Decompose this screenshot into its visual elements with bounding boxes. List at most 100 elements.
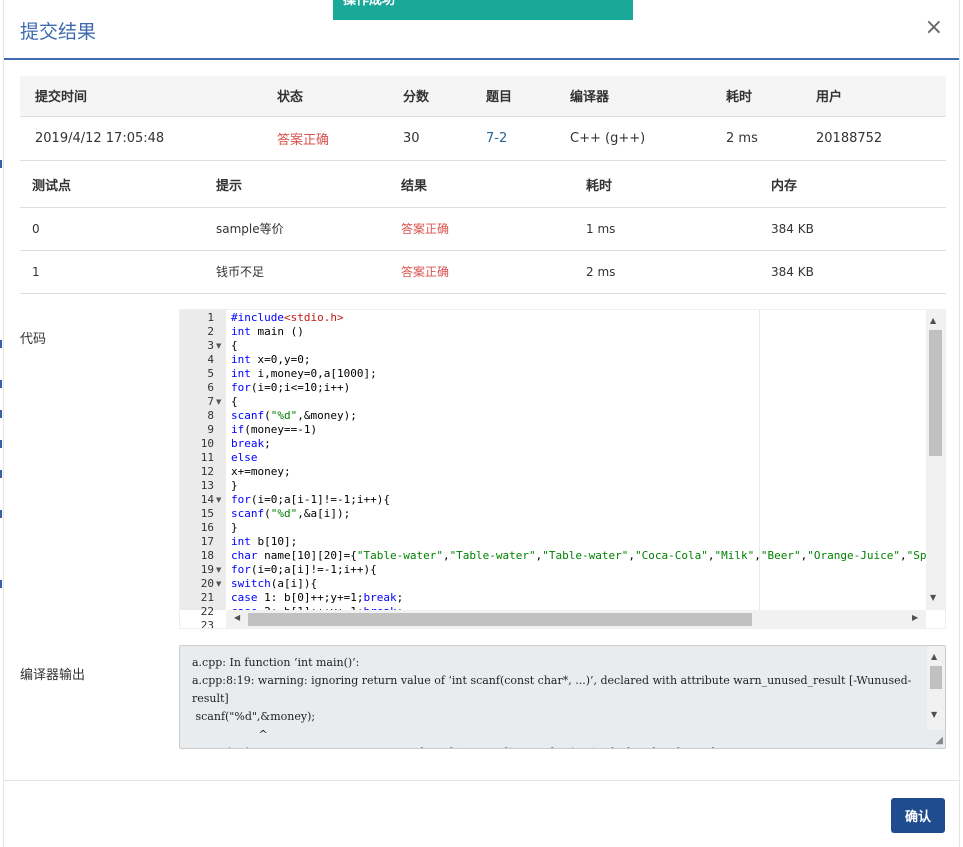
submission-summary-table: 提交时间 状态 分数 题目 编译器 耗时 用户 2019/4/12 17:05:… — [20, 76, 946, 161]
code-line: { — [231, 395, 238, 408]
code-line: int x=0,y=0; — [231, 353, 311, 366]
compiler-output-box[interactable]: a.cpp: In function ‘int main()’: a.cpp:8… — [179, 645, 946, 749]
testcase-id: 1 — [20, 250, 204, 294]
code-line: scanf("%d",&money); — [231, 409, 357, 422]
code-line: { — [231, 339, 238, 352]
code-horizontal-scrollbar[interactable]: ◀ ▶ — [226, 610, 926, 628]
code-content[interactable]: #include<stdio.h> int main (){int x=0,y=0… — [231, 310, 926, 610]
line-number: 5 — [207, 367, 214, 380]
scroll-left-icon[interactable]: ◀ — [234, 613, 240, 622]
fold-toggle-icon[interactable]: ▼ — [216, 577, 221, 591]
testcase-time: 2 ms — [574, 250, 759, 294]
scroll-up-icon[interactable]: ▲ — [931, 652, 937, 661]
problem-link[interactable]: 7-2 — [471, 116, 555, 161]
code-line: else — [231, 451, 258, 464]
scroll-up-icon[interactable]: ▲ — [930, 316, 936, 325]
submission-result-dialog: 提交结果 × 操作成功 提交时间 状态 分数 题目 编译器 耗时 用户 2019… — [3, 0, 960, 847]
code-vertical-scrollbar[interactable]: ▲ ▼ — [926, 310, 945, 610]
line-number: 13 — [200, 479, 214, 492]
header-hint: 提示 — [204, 162, 389, 208]
fold-toggle-icon[interactable]: ▼ — [216, 395, 221, 409]
testcase-result: 答案正确 — [389, 250, 574, 294]
scroll-down-icon[interactable]: ▼ — [931, 710, 937, 719]
user-value: 20188752 — [801, 116, 946, 161]
testcase-memory: 384 KB — [759, 207, 946, 251]
line-number: 6 — [207, 381, 214, 394]
code-line: } — [231, 479, 238, 492]
line-number: 19 — [200, 563, 214, 576]
line-number: 22 — [200, 605, 214, 618]
code-line: case 1: b[0]++;y+=1;break; — [231, 591, 404, 604]
code-line: for(i=0;a[i]!=-1;i++){ — [231, 563, 377, 576]
line-number: 3 — [207, 339, 214, 352]
line-number: 8 — [207, 409, 214, 422]
output-vertical-scrollbar[interactable]: ▲ ▼ — [927, 646, 945, 730]
header-score: 分数 — [388, 76, 471, 117]
code-line: x+=money; — [231, 465, 291, 478]
success-toast: 操作成功 — [333, 0, 633, 20]
code-line: #include<stdio.h> — [231, 311, 344, 324]
scroll-down-icon[interactable]: ▼ — [930, 593, 936, 602]
code-line: int i,money=0,a[1000]; — [231, 367, 377, 380]
code-line: scanf("%d",&a[i]); — [231, 507, 351, 520]
line-number: 15 — [200, 507, 214, 520]
testcase-memory: 384 KB — [759, 250, 946, 294]
fold-toggle-icon[interactable]: ▼ — [216, 563, 221, 577]
code-line: } — [231, 521, 238, 534]
line-number: 16 — [200, 521, 214, 534]
line-number: 21 — [200, 591, 214, 604]
compiler-output-label: 编译器输出 — [20, 668, 86, 683]
scroll-thumb[interactable] — [929, 330, 942, 456]
table-row: 0 sample等价 答案正确 1 ms 384 KB — [20, 207, 946, 251]
line-number: 1 — [207, 311, 214, 324]
scroll-thumb[interactable] — [930, 666, 942, 689]
elapsed-value: 2 ms — [711, 116, 801, 161]
table-row: 1 钱币不足 答案正确 2 ms 384 KB — [20, 250, 946, 294]
line-number: 12 — [200, 465, 214, 478]
testcase-hint: sample等价 — [204, 207, 389, 251]
line-number: 17 — [200, 535, 214, 548]
header-memory: 内存 — [759, 162, 946, 208]
line-number: 23 — [200, 619, 214, 629]
code-line: break; — [231, 437, 271, 450]
code-label: 代码 — [20, 332, 47, 347]
code-line: for(i=0;a[i-1]!=-1;i++){ — [231, 493, 390, 506]
fold-toggle-icon[interactable]: ▼ — [216, 339, 221, 353]
line-number: 7 — [207, 395, 214, 408]
resize-grip-icon[interactable]: ◢ — [935, 735, 943, 746]
header-testcase: 测试点 — [20, 162, 204, 208]
code-line: char name[10][20]={"Table-water","Table-… — [231, 549, 926, 562]
dialog-title: 提交结果 — [20, 21, 97, 43]
testcase-table: 测试点 提示 结果 耗时 内存 0 sample等价 答案正确 1 ms 384… — [20, 162, 946, 294]
testcase-id: 0 — [20, 207, 204, 251]
confirm-button[interactable]: 确认 — [891, 798, 945, 833]
testcase-hint: 钱币不足 — [204, 250, 389, 294]
code-line: int b[10]; — [231, 535, 298, 548]
code-editor[interactable]: 1 2 3 ▼ 4 5 6 7 ▼ 8 9 10 11 12 13 14 ▼ 15 16 17 18 19 ▼ 20 ▼ 21 22… — [179, 309, 946, 629]
submit-time: 2019/4/12 17:05:48 — [20, 116, 262, 161]
header-status: 状态 — [262, 76, 388, 117]
line-number: 2 — [207, 325, 214, 338]
testcase-time: 1 ms — [574, 207, 759, 251]
code-line: for(i=0;i<=10;i++) — [231, 381, 351, 394]
table-row: 2019/4/12 17:05:48 答案正确 30 7-2 C++ (g++)… — [20, 116, 946, 161]
table-header-row: 提交时间 状态 分数 题目 编译器 耗时 用户 — [20, 76, 946, 117]
line-number: 4 — [207, 353, 214, 366]
code-line: if(money==-1) — [231, 423, 318, 436]
scroll-right-icon[interactable]: ▶ — [912, 613, 918, 622]
header-time: 耗时 — [574, 162, 759, 208]
header-elapsed: 耗时 — [711, 76, 801, 117]
code-line: switch(a[i]){ — [231, 577, 318, 590]
print-margin-line — [759, 310, 760, 610]
header-user: 用户 — [801, 76, 946, 117]
line-number: 14 — [200, 493, 214, 506]
fold-toggle-icon[interactable]: ▼ — [216, 493, 221, 507]
status-badge: 答案正确 — [262, 116, 388, 161]
code-line: int main () — [231, 325, 304, 338]
scroll-thumb[interactable] — [248, 613, 752, 626]
line-number: 18 — [200, 549, 214, 562]
header-problem: 题目 — [471, 76, 555, 117]
line-number: 20 — [200, 577, 214, 590]
table-header-row: 测试点 提示 结果 耗时 内存 — [20, 162, 946, 208]
close-icon[interactable]: × — [925, 16, 943, 40]
